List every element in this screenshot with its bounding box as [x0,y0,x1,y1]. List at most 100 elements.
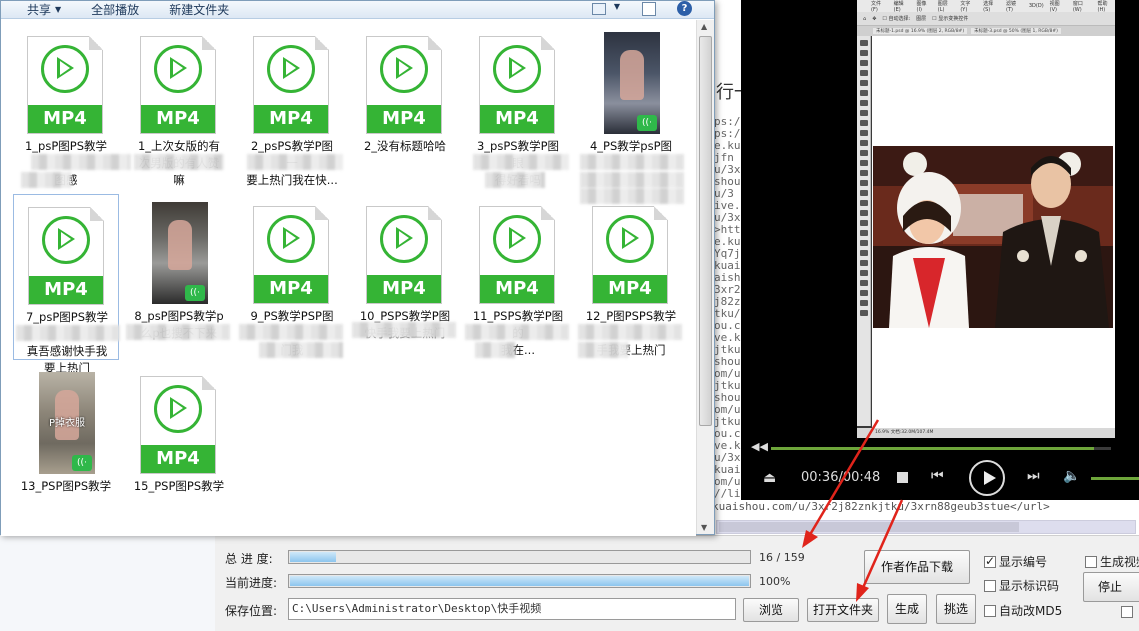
skip-back-icon[interactable]: ◀◀ [751,440,768,453]
kuaishou-badge-icon: ((· [185,285,205,301]
eject-icon[interactable]: ⏏ [763,470,776,486]
file-item[interactable]: P掉衣服 ((· 13_PSP图PS教学 [13,364,119,530]
save-location-label: 保存位置: [225,604,278,618]
file-item[interactable]: MP41_上次女版的有次男版的有人赞嘛 [126,24,232,190]
file-name-line: 12_P图PSPS教学 [585,309,677,323]
ps-tool-icon [860,50,868,56]
ps-tool-icon [860,150,868,156]
play-icon[interactable] [969,460,1005,496]
ps-tool-icon [860,300,868,306]
ps-tool-icon [860,80,868,86]
total-progress-label: 总 进 度: [225,552,273,566]
generate-button[interactable]: 生成 [887,594,927,624]
author-works-download-button[interactable]: 作者作品下载 [864,550,970,584]
ps-tool-icon [860,140,868,146]
show-id-checkbox[interactable]: 显示标识码 [984,577,1059,594]
pixelated-mask [16,325,120,341]
kuaishou-badge-icon: ((· [637,115,657,131]
file-item[interactable]: MP4 2_没有标题哈哈 [352,24,458,190]
ps-tool-icon [860,90,868,96]
pixelated-mask [31,154,131,170]
file-item[interactable]: MP410_PSPS教学P图快手我要上热门 [352,194,458,360]
volume-icon[interactable]: 🔈 [1063,468,1080,484]
ps-menu-item: 滤镜(T) [1006,0,1017,13]
ps-tool-icon [860,210,868,216]
ps-tool-icon [860,130,868,136]
pick-button[interactable]: 挑选 [936,594,976,624]
open-folder-button[interactable]: 打开文件夹 [807,598,879,622]
kuaishou-badge-icon: ((· [72,455,92,471]
file-item[interactable]: MP41_psP图PS教学图感 [13,24,131,190]
file-item[interactable]: MP4 15_PSP图PS教学 [126,364,232,530]
current-progress-bar [288,574,751,588]
help-icon[interactable]: ? [677,1,692,16]
browse-button[interactable]: 浏览 [743,598,799,622]
pixelated-mask [475,342,515,358]
pixelated-mask [134,154,224,170]
file-item[interactable]: MP43_psPS教学P图眼得好看吗 [465,24,571,190]
checkbox-box [984,579,996,592]
ps-tool-icon [860,230,868,236]
file-item[interactable]: MP42_psPS教学P图一要上热门我在快... [239,24,345,190]
mp4-badge: MP4 [593,275,667,303]
video-thumbnail: ((· [152,202,208,304]
file-name-line: 15_PSP图PS教学 [133,479,225,493]
preview-pane-icon[interactable] [642,2,656,16]
log-horizontal-scrollbar[interactable] [716,520,1136,534]
next-icon[interactable]: ⏭ [1027,468,1040,484]
mp4-file-icon: MP4 [253,36,329,134]
file-item[interactable]: MP4 12_P图PSPS教学 手我要上热门 [578,194,684,360]
file-name-line: 要上热门我在快... [246,173,338,187]
file-item[interactable]: ((· 4_PS教学psP图 [578,24,684,204]
file-item[interactable]: ((·8_psP图PS教学p么p也搜不下来 [126,194,232,360]
checkbox-label: 自动改MD5 [999,604,1063,618]
ps-menu-item: 文件(F) [871,0,882,13]
scrollbar-thumb[interactable] [699,36,712,426]
file-name-line: 嘛 [173,173,185,187]
new-folder-button[interactable]: 新建文件夹 [169,1,229,18]
pixelated-mask [21,172,71,188]
show-number-checkbox[interactable]: 显示编号 [984,553,1047,570]
share-menu[interactable]: 共享 ▼ [27,1,61,18]
previous-icon[interactable]: ⏮ [931,468,944,484]
video-player[interactable]: 文件(F) 编辑(E) 图像(I) 图层(L) 文字(Y) 选择(S) 滤镜(T) 3D(D)… [741,0,1139,500]
play-all-button[interactable]: 全部播放 [91,1,139,18]
checkbox-box [1121,606,1133,618]
scroll-down-icon[interactable]: ▼ [701,523,707,532]
file-name-line: 11_PSPS教学P图 [472,309,564,323]
stop-button[interactable]: 停止 [1083,572,1139,602]
save-path-input[interactable]: C:\Users\Administrator\Desktop\快手视频 [288,598,736,620]
file-item[interactable]: MP49_PS教学PSP图门我 [239,194,345,360]
ps-tool-icon [860,240,868,246]
auto-md5-checkbox[interactable]: 自动改MD5 [984,602,1062,619]
mp4-badge: MP4 [29,276,103,304]
view-options-icon[interactable] [592,3,606,15]
total-progress-text: 16 / 159 [759,551,805,564]
checkbox-box [1085,555,1097,568]
chevron-down-icon: ▼ [55,5,62,14]
downloader-controls: 总 进 度: 16 / 159 当前进度: 100% 保存位置: C:\User… [215,535,1139,631]
extra-checkbox[interactable] [1121,606,1133,618]
scroll-up-icon[interactable]: ▲ [701,22,707,31]
file-item[interactable]: MP4 7_psP图PS教学 真吾感谢快手我 要上热门 [13,194,120,375]
mp4-badge: MP4 [254,105,328,133]
file-item[interactable]: MP411_PSPS教学P图的我在... [465,194,571,360]
vertical-scrollbar[interactable]: ▲ ▼ [696,20,714,534]
video-thumbnail: P掉衣服 ((· [39,372,95,474]
stop-icon[interactable] [895,470,909,484]
ps-tool-icon [860,160,868,166]
file-name: 13_PSP图PS教学 [15,478,117,495]
seek-bar[interactable] [771,447,1111,450]
ps-menu-item: 视图(V) [1049,0,1060,13]
ps-tool-icon [860,180,868,186]
ps-menu-item: 窗口(W) [1072,0,1083,13]
ps-menu-item: 帮助(H) [1097,0,1108,13]
volume-slider[interactable] [1091,477,1139,480]
pixelated-mask [578,342,628,358]
file-name-line: 1_上次女版的有 [137,139,221,153]
ps-tool-icon [860,250,868,256]
log-last-line: kuaishou.com/u/3xr2j82znkjtku/3xrn88geub… [712,500,1050,513]
generate-video-checkbox[interactable]: 生成视频 [1085,553,1139,570]
chevron-down-icon[interactable]: ▼ [614,2,620,11]
mp4-file-icon: MP4 [253,206,329,304]
